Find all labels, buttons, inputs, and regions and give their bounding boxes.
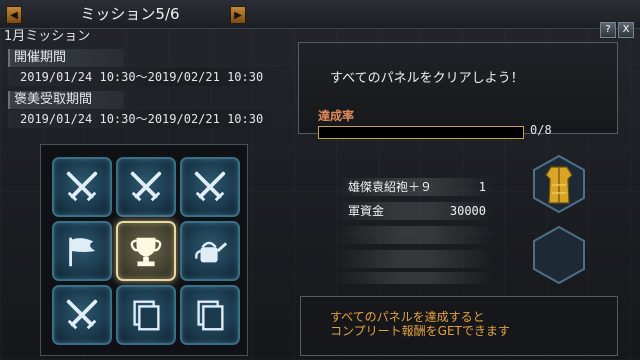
crossed-swords-icon <box>130 171 162 202</box>
note-line-2: コンプリート報酬をGETできます <box>330 324 510 338</box>
reward-row-empty <box>334 272 494 284</box>
watering-can-icon <box>195 241 228 263</box>
help-button[interactable]: ? <box>600 22 616 38</box>
reward-row-empty <box>334 250 494 268</box>
reward-row: 雄傑袁紹袍＋９ 1 <box>334 178 494 196</box>
chevron-left-icon: ◀ <box>10 9 18 21</box>
panel-grid <box>40 144 248 356</box>
trophy-icon <box>130 237 162 267</box>
mission-subtitle: 1月ミッション <box>4 29 91 44</box>
panel-cell-7[interactable] <box>52 285 112 345</box>
held-period-dates: 2019/01/24 10:30～2019/02/21 10:30 <box>8 68 280 86</box>
panel-cell-9[interactable] <box>180 285 240 345</box>
panel-cell-1[interactable] <box>52 157 112 217</box>
reward-row: 軍資金 30000 <box>334 202 494 220</box>
cards-icon <box>133 300 160 331</box>
next-arrow-button[interactable]: ▶ <box>230 6 246 24</box>
crossed-swords-icon <box>66 299 98 330</box>
reward-qty: 1 <box>478 180 486 194</box>
complete-reward-note: すべてのパネルを達成すると コンプリート報酬をGETできます <box>330 310 510 338</box>
close-icon: X <box>622 24 630 35</box>
reward-name: 雄傑袁紹袍＋９ <box>348 180 433 194</box>
reward-period-dates: 2019/01/24 10:30～2019/02/21 10:30 <box>8 110 280 128</box>
reward-qty: 30000 <box>449 204 486 218</box>
chevron-right-icon: ▶ <box>234 9 242 21</box>
cards-icon <box>197 300 224 331</box>
reward-empty-slot <box>533 226 585 284</box>
flag-icon <box>69 237 96 267</box>
help-icon: ? <box>605 24 611 35</box>
close-button[interactable]: X <box>618 22 634 38</box>
window-title: ミッション5/6 <box>80 5 180 23</box>
panel-cell-8[interactable] <box>116 285 176 345</box>
reward-name: 軍資金 <box>348 204 385 218</box>
achievement-progress-bar <box>318 126 524 139</box>
reward-row-empty <box>334 226 494 244</box>
progress-text: 0/8 <box>530 123 552 137</box>
note-line-1: すべてのパネルを達成すると <box>330 310 485 324</box>
crossed-swords-icon <box>66 171 98 202</box>
achievement-rate-label: 達成率 <box>318 109 355 123</box>
panel-cell-6[interactable] <box>180 221 240 281</box>
reward-item-slot[interactable] <box>532 155 586 213</box>
panel-cell-4[interactable] <box>52 221 112 281</box>
armor-robe-icon <box>545 166 573 204</box>
panel-cell-5[interactable] <box>116 221 176 281</box>
prev-arrow-button[interactable]: ◀ <box>6 6 22 24</box>
window-header: ◀ ミッション5/6 ▶ <box>0 0 640 29</box>
mission-window: ◀ ミッション5/6 ▶ 1月ミッション ? X 開催期間 2019/01/24… <box>0 0 640 360</box>
held-period-label: 開催期間 <box>8 49 124 67</box>
panel-cell-3[interactable] <box>180 157 240 217</box>
mission-description: すべてのパネルをクリアしよう！ <box>330 71 524 86</box>
crossed-swords-icon <box>194 171 226 202</box>
reward-period-label: 褒美受取期間 <box>8 91 124 109</box>
panel-cell-2[interactable] <box>116 157 176 217</box>
